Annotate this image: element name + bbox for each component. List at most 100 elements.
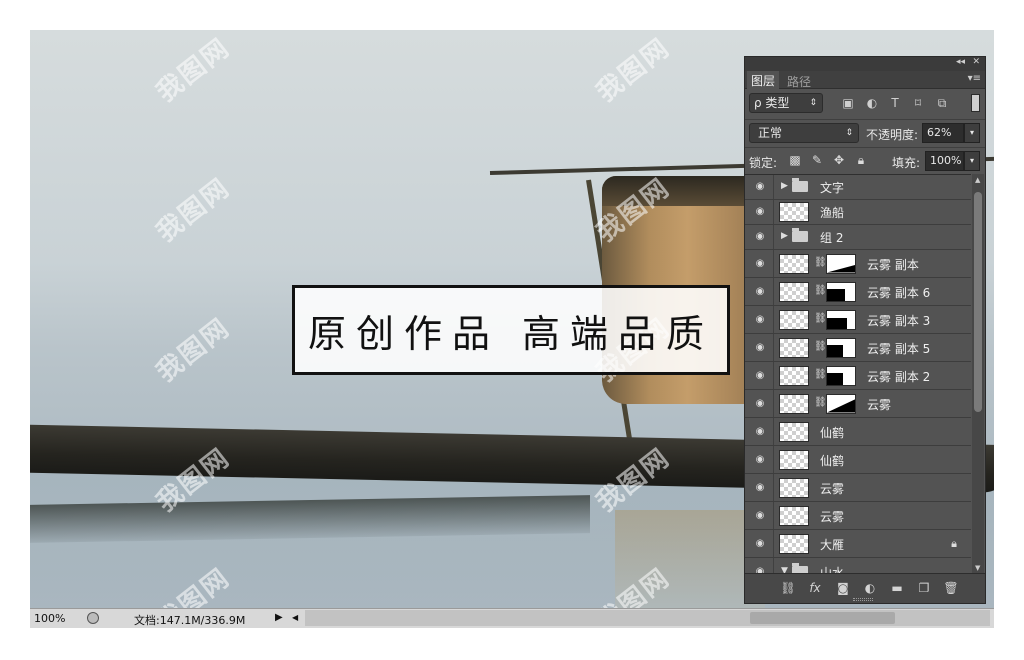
chain-link-icon[interactable]: ⛓: [814, 257, 827, 268]
layer-name: 云雾: [820, 481, 845, 496]
chain-link-icon[interactable]: ⛓: [814, 397, 827, 408]
scroll-up-icon[interactable]: ▲: [975, 176, 980, 184]
layer-filter-label: ρ 类型: [754, 96, 790, 110]
blend-mode-select[interactable]: 正常 ⇕: [749, 123, 859, 143]
layer-mask-thumbnail[interactable]: [826, 393, 856, 414]
layer-thumbnail: [779, 449, 809, 470]
adjustment-filter-icon[interactable]: ◐: [865, 96, 879, 110]
layer-thumbnail: [779, 533, 809, 554]
status-menu-arrow-icon[interactable]: ▶: [275, 612, 283, 623]
layer-name: 文字: [820, 181, 845, 195]
adjustment-icon[interactable]: ◐: [862, 581, 878, 595]
layer-mask-thumbnail[interactable]: [826, 281, 856, 302]
layer-thumbnail: [779, 309, 809, 330]
lock-transparency-icon[interactable]: ▩: [788, 153, 802, 167]
zoom-level[interactable]: 100%: [34, 612, 65, 625]
new-layer-icon[interactable]: ❐: [916, 581, 932, 595]
eye-icon[interactable]: ◉: [753, 231, 767, 243]
filter-toggle[interactable]: [971, 94, 980, 112]
layer-row[interactable]: ◉ ⛓ 云雾 副本 2: [745, 362, 971, 390]
blend-row: 正常 ⇕ 不透明度: 62% ▾: [745, 119, 985, 145]
folder-icon: [792, 178, 808, 192]
scroll-left-icon[interactable]: ◀: [292, 613, 298, 622]
eye-icon[interactable]: ◉: [753, 314, 767, 326]
layer-row[interactable]: ◉ ⛓ 云雾 副本 5: [745, 334, 971, 362]
layer-row[interactable]: ◉ ▼ 山水: [745, 558, 971, 574]
layer-row[interactable]: ◉ ▶ 文字: [745, 175, 971, 200]
layer-row[interactable]: ◉ ⛓ 云雾: [745, 390, 971, 418]
mask-icon[interactable]: ◙: [835, 581, 851, 595]
expand-triangle-icon[interactable]: ▶: [781, 231, 788, 241]
eye-icon[interactable]: ◉: [753, 370, 767, 382]
layer-row[interactable]: ◉ 仙鹤: [745, 418, 971, 446]
close-panel-icon[interactable]: ✕: [972, 57, 980, 67]
layer-thumbnail: [779, 281, 809, 302]
eye-icon[interactable]: ◉: [753, 398, 767, 410]
layer-row[interactable]: ◉ 仙鹤: [745, 446, 971, 474]
tab-layers[interactable]: 图层: [747, 71, 780, 89]
layer-thumbnail: [779, 202, 809, 222]
eye-icon[interactable]: ◉: [753, 258, 767, 270]
folder-icon[interactable]: ▬: [889, 581, 905, 595]
layers-scrollbar[interactable]: ▲ ▼: [972, 174, 984, 574]
chain-link-icon[interactable]: ⛓: [814, 313, 827, 324]
shape-filter-icon[interactable]: ⌑: [911, 96, 925, 110]
filter-row: ρ 类型 ⇕ ▣ ◐ T ⌑ ⧉: [745, 91, 985, 117]
chain-link-icon[interactable]: ⛓: [814, 369, 827, 380]
eye-icon[interactable]: ◉: [753, 342, 767, 354]
blend-mode-value: 正常: [758, 126, 783, 140]
chain-link-icon[interactable]: ⛓: [814, 341, 827, 352]
layer-row[interactable]: ◉ ▶ 组 2: [745, 225, 971, 250]
eye-icon[interactable]: ◉: [753, 482, 767, 494]
eye-icon[interactable]: ◉: [753, 206, 767, 218]
proof-icon[interactable]: [87, 612, 99, 624]
eye-icon[interactable]: ◉: [753, 454, 767, 466]
eye-icon[interactable]: ◉: [753, 286, 767, 298]
layer-mask-thumbnail[interactable]: [826, 309, 856, 330]
panel-menu-icon[interactable]: ▾≡: [968, 73, 981, 84]
layer-row[interactable]: ◉ ⛓ 云雾 副本 3: [745, 306, 971, 334]
layer-name: 云雾: [820, 509, 845, 524]
image-filter-icon[interactable]: ▣: [841, 96, 855, 110]
layers-panel: ◂◂ ✕ 图层 路径 ▾≡ ρ 类型 ⇕ ▣ ◐ T ⌑ ⧉ 正常 ⇕ 不透明度…: [744, 56, 986, 604]
eye-icon[interactable]: ◉: [753, 426, 767, 438]
layer-mask-thumbnail[interactable]: [826, 365, 856, 386]
horizontal-scroll-thumb[interactable]: [750, 612, 895, 624]
layer-row[interactable]: ◉ ⛓ 云雾 副本: [745, 250, 971, 278]
eye-icon[interactable]: ◉: [753, 538, 767, 550]
chain-link-icon[interactable]: ⛓: [814, 285, 827, 296]
collapse-panel-icon[interactable]: ◂◂: [956, 57, 965, 67]
layer-thumbnail: [779, 253, 809, 274]
type-filter-icon[interactable]: T: [888, 96, 902, 110]
lock-pixels-icon[interactable]: ✎: [810, 153, 824, 167]
layer-mask-thumbnail[interactable]: [826, 253, 856, 274]
resize-grip[interactable]: [853, 598, 873, 601]
layer-row[interactable]: ◉ 渔船: [745, 200, 971, 225]
layer-row[interactable]: ◉ 大雁 🔒︎: [745, 530, 971, 558]
fill-input[interactable]: 100%: [925, 151, 964, 171]
layer-mask-thumbnail[interactable]: [826, 337, 856, 358]
eye-icon[interactable]: ◉: [753, 181, 767, 193]
expand-triangle-icon[interactable]: ▶: [781, 181, 788, 191]
lock-all-icon[interactable]: 🔒︎: [854, 153, 868, 167]
layer-row[interactable]: ◉ ⛓ 云雾 副本 6: [745, 278, 971, 306]
tab-paths[interactable]: 路径: [787, 73, 811, 90]
smart-object-filter-icon[interactable]: ⧉: [935, 96, 949, 110]
layers-bottom-toolbar: ⛓ fx ◙ ◐ ▬ ❐ 🗑︎: [745, 573, 985, 603]
trash-icon[interactable]: 🗑︎: [943, 581, 959, 595]
scroll-down-icon[interactable]: ▼: [975, 564, 980, 572]
layer-row[interactable]: ◉ 云雾: [745, 474, 971, 502]
layer-filter-select[interactable]: ρ 类型 ⇕: [749, 93, 823, 113]
eye-icon[interactable]: ◉: [753, 510, 767, 522]
fill-dropdown-icon[interactable]: ▾: [964, 151, 980, 171]
document-size: 文档:147.1M/336.9M: [134, 614, 246, 627]
link-icon[interactable]: ⛓: [780, 581, 796, 595]
layer-row[interactable]: ◉ 云雾: [745, 502, 971, 530]
opacity-input[interactable]: 62%: [922, 123, 964, 143]
layers-list: ◉ ▶ 文字 ◉ 渔船 ◉ ▶ 组 2 ◉ ⛓ 云雾 副本 ◉ ⛓ 云雾 副本 …: [745, 174, 971, 574]
fx-icon[interactable]: fx: [807, 581, 823, 595]
layer-name: 仙鹤: [820, 425, 845, 440]
layers-scroll-thumb[interactable]: [974, 192, 982, 412]
lock-position-icon[interactable]: ✥: [832, 153, 846, 167]
opacity-dropdown-icon[interactable]: ▾: [964, 123, 980, 143]
